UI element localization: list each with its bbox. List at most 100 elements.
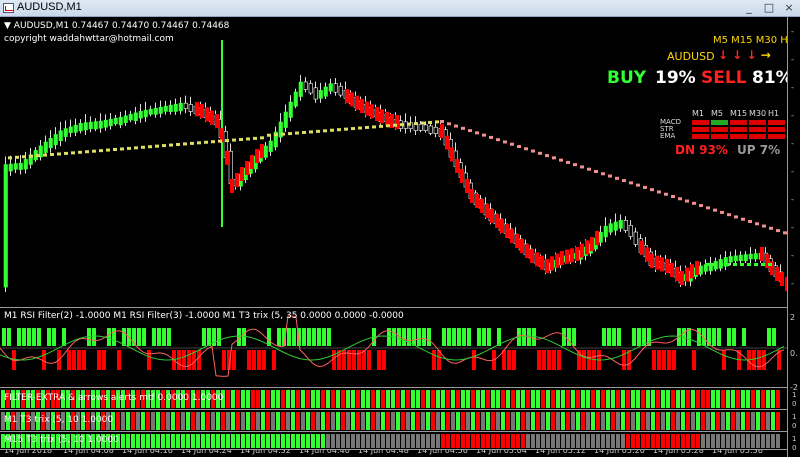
rsi-up-bar — [467, 328, 471, 346]
candle-body — [633, 231, 638, 245]
rsi-up-bar — [22, 328, 26, 346]
filter-bar — [596, 390, 600, 408]
filter-bar — [696, 390, 700, 408]
filter-bar — [661, 390, 665, 408]
trix-m15-bar — [136, 434, 140, 448]
filter-bar — [431, 390, 435, 408]
candle-body — [728, 256, 733, 263]
filter-bar — [561, 390, 565, 408]
rsi-down-bar — [552, 350, 556, 370]
filter-bar — [531, 390, 535, 408]
trix-m15-bar — [276, 434, 280, 448]
trend-band — [210, 110, 214, 125]
rsi-up-bar — [402, 328, 406, 346]
trix-bar — [631, 412, 635, 430]
m15-trix-pane[interactable]: M15 T3 trix (5, 10 1.0000 — [0, 432, 787, 450]
rsi-up-bar — [287, 328, 291, 346]
rsi-up-bar — [47, 328, 51, 346]
trix-bar — [451, 412, 455, 430]
trix-m15-bar — [256, 434, 260, 448]
rsi-down-bar — [692, 350, 696, 370]
ema-dot-down — [706, 206, 710, 210]
trix-m15-bar — [416, 434, 420, 448]
filter-bar — [311, 390, 315, 408]
rsi-up-bar — [522, 328, 526, 346]
filter-bar — [746, 390, 750, 408]
rsi-up-bar — [632, 328, 636, 346]
trix-m15-bar — [651, 434, 655, 448]
rsi-up-bar — [137, 328, 141, 346]
ema-dot-up — [183, 142, 187, 146]
ema-dot-down — [643, 185, 647, 189]
filter-bar — [481, 390, 485, 408]
trend-band — [690, 264, 694, 279]
trix-bar — [526, 412, 530, 430]
filter-bar — [621, 390, 625, 408]
filter-bar — [771, 390, 775, 408]
filter-bar — [246, 390, 250, 408]
trix-m15-bar — [406, 434, 410, 448]
m1-trix-bars — [1, 412, 780, 430]
trix-bar — [246, 412, 250, 430]
rsi-filter-pane[interactable]: M1 RSI Filter(2) -1.0000 M1 RSI Filter(3… — [0, 308, 787, 388]
ema-dot-down — [587, 167, 591, 171]
rsi-down-bar — [72, 350, 76, 370]
candle-body — [613, 221, 618, 231]
ema-dot-down — [608, 174, 612, 178]
maximize-button[interactable]: □ — [760, 1, 778, 15]
filter-extra-label: FILTER-EXTRA & arrows alerts mtf 0.0000 … — [4, 393, 224, 403]
m15-trix-label: M15 T3 trix (5, 10 1.0000 — [4, 435, 119, 445]
rsi-up-bar — [712, 328, 716, 346]
filter-bar — [251, 390, 255, 408]
m1-trix-pane[interactable]: M1 T3 trix (5, 10 1.0000 — [0, 410, 787, 432]
candle-body — [698, 265, 703, 275]
trix-bar — [326, 412, 330, 430]
trix-m15-bar — [541, 434, 545, 448]
trix-bar — [436, 412, 440, 430]
ema-dot-recent — [726, 263, 730, 266]
trix-m15-bar — [211, 434, 215, 448]
trend-band — [515, 234, 519, 248]
filter-bar — [651, 390, 655, 408]
trix-bar — [216, 412, 220, 430]
buy-label: BUY — [607, 68, 647, 88]
candle-body — [48, 137, 53, 149]
rsi-up-bar — [152, 328, 156, 346]
trix-bar — [696, 412, 700, 430]
filter-bar — [236, 390, 240, 408]
candle-body — [733, 255, 738, 262]
rsi-up-bar — [612, 328, 616, 346]
ema-dot-down — [769, 226, 773, 230]
rsi-down-bar — [147, 350, 151, 370]
filter-extra-pane[interactable]: FILTER-EXTRA & arrows alerts mtf 0.0000 … — [0, 388, 787, 410]
filter-bar — [286, 390, 290, 408]
minimize-button[interactable]: _ — [740, 1, 758, 15]
filter-bar — [456, 390, 460, 408]
candle-body — [333, 83, 338, 93]
candle-body — [138, 111, 143, 119]
trix-bar — [736, 412, 740, 430]
filter-bar — [321, 390, 325, 408]
trix-bar — [686, 412, 690, 430]
ema-dot-up — [50, 153, 54, 157]
trix-bar — [611, 412, 615, 430]
candle-body — [158, 106, 163, 114]
trix-m15-bar — [131, 434, 135, 448]
trix-bar — [201, 412, 205, 430]
filter-bar — [296, 390, 300, 408]
filter-bar — [676, 390, 680, 408]
candle-body — [148, 108, 153, 115]
filter-bar — [491, 390, 495, 408]
trix-m15-bar — [426, 434, 430, 448]
trix-m15-bar — [301, 434, 305, 448]
trix-bar — [501, 412, 505, 430]
trix-bar — [726, 412, 730, 430]
filter-bar — [226, 390, 230, 408]
filter-bar — [701, 390, 705, 408]
rsi-up-bar — [317, 328, 321, 346]
price-chart-pane[interactable]: ▼ AUDUSD,M1 0.74467 0.74470 0.74467 0.74… — [0, 17, 787, 308]
ema-dot-up — [323, 129, 327, 133]
close-button[interactable]: × — [780, 1, 798, 15]
filter-bar — [346, 390, 350, 408]
candle-body — [123, 115, 128, 123]
